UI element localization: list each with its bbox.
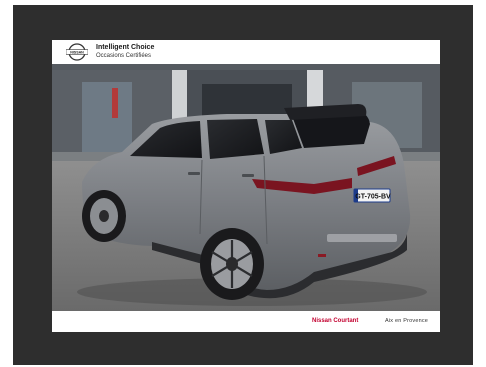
header-bar: NISSAN Intelligent Choice Occasions Cert… xyxy=(52,40,440,64)
brand-subtitle: Occasions Certifiées xyxy=(96,53,152,59)
car-photo: GT-705-BV xyxy=(52,64,440,311)
license-plate-text: GT-705-BV xyxy=(355,194,391,201)
dealer-name: Nissan Courtant xyxy=(312,318,359,324)
listing-card: NISSAN Intelligent Choice Occasions Cert… xyxy=(52,40,440,332)
dealer-city: Aix en Provence xyxy=(385,318,429,324)
footer-bar: Nissan Courtant Aix en Provence xyxy=(52,311,440,332)
nissan-logo-icon: NISSAN xyxy=(66,43,88,61)
brand-title: Intelligent Choice xyxy=(96,44,155,51)
svg-text:NISSAN: NISSAN xyxy=(70,51,84,55)
